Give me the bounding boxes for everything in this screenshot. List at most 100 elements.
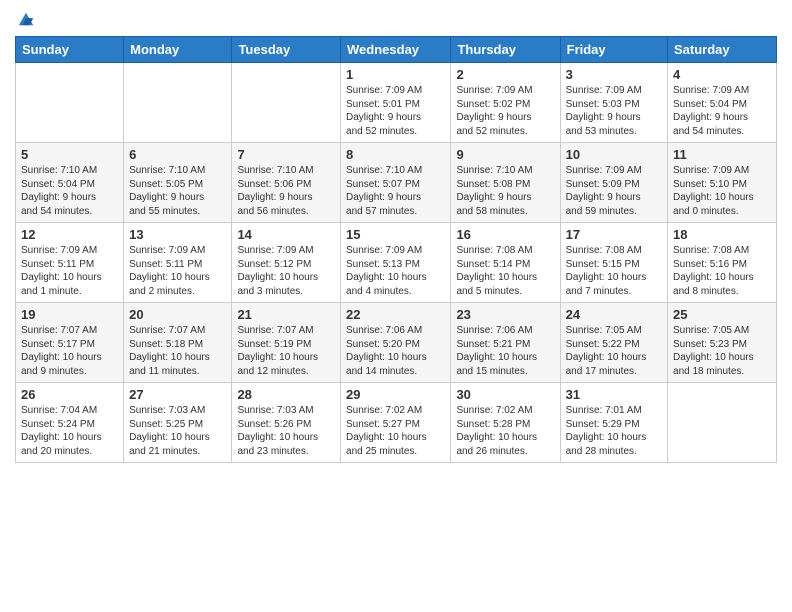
calendar-cell: 12 Sunrise: 7:09 AM Sunset: 5:11 PM Dayli… — [16, 223, 124, 303]
day-number: 19 — [21, 307, 118, 322]
day-info: Sunrise: 7:09 AM Sunset: 5:11 PM Dayligh… — [129, 244, 226, 298]
calendar-cell: 25 Sunrise: 7:05 AM Sunset: 5:23 PM Dayli… — [668, 303, 777, 383]
day-info: Sunrise: 7:04 AM Sunset: 5:24 PM Dayligh… — [21, 404, 118, 458]
day-info: Sunrise: 7:09 AM Sunset: 5:04 PM Dayligh… — [673, 84, 771, 138]
day-header-tuesday: Tuesday — [232, 37, 341, 63]
calendar-cell — [16, 63, 124, 143]
day-info: Sunrise: 7:09 AM Sunset: 5:12 PM Dayligh… — [237, 244, 335, 298]
day-info: Sunrise: 7:05 AM Sunset: 5:23 PM Dayligh… — [673, 324, 771, 378]
day-info: Sunrise: 7:05 AM Sunset: 5:22 PM Dayligh… — [566, 324, 662, 378]
day-info: Sunrise: 7:06 AM Sunset: 5:20 PM Dayligh… — [346, 324, 445, 378]
day-info: Sunrise: 7:07 AM Sunset: 5:17 PM Dayligh… — [21, 324, 118, 378]
day-header-wednesday: Wednesday — [341, 37, 451, 63]
day-number: 1 — [346, 67, 445, 82]
calendar-cell: 6 Sunrise: 7:10 AM Sunset: 5:05 PM Daylig… — [124, 143, 232, 223]
calendar-cell: 27 Sunrise: 7:03 AM Sunset: 5:25 PM Dayli… — [124, 383, 232, 463]
day-info: Sunrise: 7:09 AM Sunset: 5:02 PM Dayligh… — [456, 84, 554, 138]
calendar-cell: 3 Sunrise: 7:09 AM Sunset: 5:03 PM Daylig… — [560, 63, 667, 143]
day-number: 24 — [566, 307, 662, 322]
day-number: 16 — [456, 227, 554, 242]
day-number: 7 — [237, 147, 335, 162]
day-number: 21 — [237, 307, 335, 322]
day-number: 31 — [566, 387, 662, 402]
day-number: 20 — [129, 307, 226, 322]
day-info: Sunrise: 7:10 AM Sunset: 5:04 PM Dayligh… — [21, 164, 118, 218]
logo-text — [15, 10, 35, 28]
day-number: 12 — [21, 227, 118, 242]
calendar-cell: 4 Sunrise: 7:09 AM Sunset: 5:04 PM Daylig… — [668, 63, 777, 143]
day-info: Sunrise: 7:09 AM Sunset: 5:11 PM Dayligh… — [21, 244, 118, 298]
calendar-cell: 7 Sunrise: 7:10 AM Sunset: 5:06 PM Daylig… — [232, 143, 341, 223]
calendar-week-row: 12 Sunrise: 7:09 AM Sunset: 5:11 PM Dayli… — [16, 223, 777, 303]
day-info: Sunrise: 7:01 AM Sunset: 5:29 PM Dayligh… — [566, 404, 662, 458]
calendar-cell: 21 Sunrise: 7:07 AM Sunset: 5:19 PM Dayli… — [232, 303, 341, 383]
calendar-cell: 22Sunrise: 7:06 AM Sunset: 5:20 PM Dayli… — [341, 303, 451, 383]
day-number: 14 — [237, 227, 335, 242]
logo — [15, 10, 35, 28]
calendar-cell: 17 Sunrise: 7:08 AM Sunset: 5:15 PM Dayli… — [560, 223, 667, 303]
day-info: Sunrise: 7:10 AM Sunset: 5:08 PM Dayligh… — [456, 164, 554, 218]
day-header-saturday: Saturday — [668, 37, 777, 63]
day-info: Sunrise: 7:03 AM Sunset: 5:25 PM Dayligh… — [129, 404, 226, 458]
day-number: 29 — [346, 387, 445, 402]
day-header-monday: Monday — [124, 37, 232, 63]
day-info: Sunrise: 7:07 AM Sunset: 5:19 PM Dayligh… — [237, 324, 335, 378]
day-number: 6 — [129, 147, 226, 162]
calendar-cell: 20 Sunrise: 7:07 AM Sunset: 5:18 PM Dayli… — [124, 303, 232, 383]
calendar-cell: 10Sunrise: 7:09 AM Sunset: 5:09 PM Dayli… — [560, 143, 667, 223]
day-number: 10 — [566, 147, 662, 162]
day-info: Sunrise: 7:10 AM Sunset: 5:07 PM Dayligh… — [346, 164, 445, 218]
day-header-sunday: Sunday — [16, 37, 124, 63]
calendar-cell: 31 Sunrise: 7:01 AM Sunset: 5:29 PM Dayli… — [560, 383, 667, 463]
day-number: 11 — [673, 147, 771, 162]
day-number: 13 — [129, 227, 226, 242]
day-info: Sunrise: 7:03 AM Sunset: 5:26 PM Dayligh… — [237, 404, 335, 458]
calendar-week-row: 19 Sunrise: 7:07 AM Sunset: 5:17 PM Dayli… — [16, 303, 777, 383]
day-number: 27 — [129, 387, 226, 402]
logo-icon — [17, 10, 35, 28]
day-number: 2 — [456, 67, 554, 82]
calendar-week-row: 5 Sunrise: 7:10 AM Sunset: 5:04 PM Daylig… — [16, 143, 777, 223]
day-number: 23 — [456, 307, 554, 322]
calendar-cell — [124, 63, 232, 143]
day-info: Sunrise: 7:10 AM Sunset: 5:06 PM Dayligh… — [237, 164, 335, 218]
calendar-cell: 11 Sunrise: 7:09 AM Sunset: 5:10 PM Dayli… — [668, 143, 777, 223]
day-number: 5 — [21, 147, 118, 162]
calendar-cell: 18 Sunrise: 7:08 AM Sunset: 5:16 PM Dayli… — [668, 223, 777, 303]
day-header-friday: Friday — [560, 37, 667, 63]
calendar-week-row: 26 Sunrise: 7:04 AM Sunset: 5:24 PM Dayli… — [16, 383, 777, 463]
calendar-cell: 19 Sunrise: 7:07 AM Sunset: 5:17 PM Dayli… — [16, 303, 124, 383]
calendar-cell: 2 Sunrise: 7:09 AM Sunset: 5:02 PM Daylig… — [451, 63, 560, 143]
day-info: Sunrise: 7:09 AM Sunset: 5:13 PM Dayligh… — [346, 244, 445, 298]
day-number: 9 — [456, 147, 554, 162]
calendar-week-row: 1 Sunrise: 7:09 AM Sunset: 5:01 PM Daylig… — [16, 63, 777, 143]
day-number: 3 — [566, 67, 662, 82]
day-info: Sunrise: 7:08 AM Sunset: 5:14 PM Dayligh… — [456, 244, 554, 298]
day-number: 18 — [673, 227, 771, 242]
day-number: 26 — [21, 387, 118, 402]
calendar-cell: 23Sunrise: 7:06 AM Sunset: 5:21 PM Dayli… — [451, 303, 560, 383]
day-number: 15 — [346, 227, 445, 242]
day-info: Sunrise: 7:08 AM Sunset: 5:16 PM Dayligh… — [673, 244, 771, 298]
calendar-cell: 9 Sunrise: 7:10 AM Sunset: 5:08 PM Daylig… — [451, 143, 560, 223]
day-info: Sunrise: 7:10 AM Sunset: 5:05 PM Dayligh… — [129, 164, 226, 218]
day-number: 4 — [673, 67, 771, 82]
calendar-cell: 8 Sunrise: 7:10 AM Sunset: 5:07 PM Daylig… — [341, 143, 451, 223]
calendar-header-row: SundayMondayTuesdayWednesdayThursdayFrid… — [16, 37, 777, 63]
day-info: Sunrise: 7:09 AM Sunset: 5:10 PM Dayligh… — [673, 164, 771, 218]
day-number: 17 — [566, 227, 662, 242]
calendar-cell: 15 Sunrise: 7:09 AM Sunset: 5:13 PM Dayli… — [341, 223, 451, 303]
day-number: 25 — [673, 307, 771, 322]
day-info: Sunrise: 7:08 AM Sunset: 5:15 PM Dayligh… — [566, 244, 662, 298]
day-number: 8 — [346, 147, 445, 162]
day-info: Sunrise: 7:09 AM Sunset: 5:01 PM Dayligh… — [346, 84, 445, 138]
calendar-cell: 14 Sunrise: 7:09 AM Sunset: 5:12 PM Dayli… — [232, 223, 341, 303]
day-info: Sunrise: 7:09 AM Sunset: 5:03 PM Dayligh… — [566, 84, 662, 138]
header — [15, 10, 777, 28]
calendar-cell: 1 Sunrise: 7:09 AM Sunset: 5:01 PM Daylig… — [341, 63, 451, 143]
calendar-cell: 16 Sunrise: 7:08 AM Sunset: 5:14 PM Dayli… — [451, 223, 560, 303]
day-info: Sunrise: 7:07 AM Sunset: 5:18 PM Dayligh… — [129, 324, 226, 378]
day-info: Sunrise: 7:02 AM Sunset: 5:28 PM Dayligh… — [456, 404, 554, 458]
calendar-cell: 26 Sunrise: 7:04 AM Sunset: 5:24 PM Dayli… — [16, 383, 124, 463]
calendar-table: SundayMondayTuesdayWednesdayThursdayFrid… — [15, 36, 777, 463]
